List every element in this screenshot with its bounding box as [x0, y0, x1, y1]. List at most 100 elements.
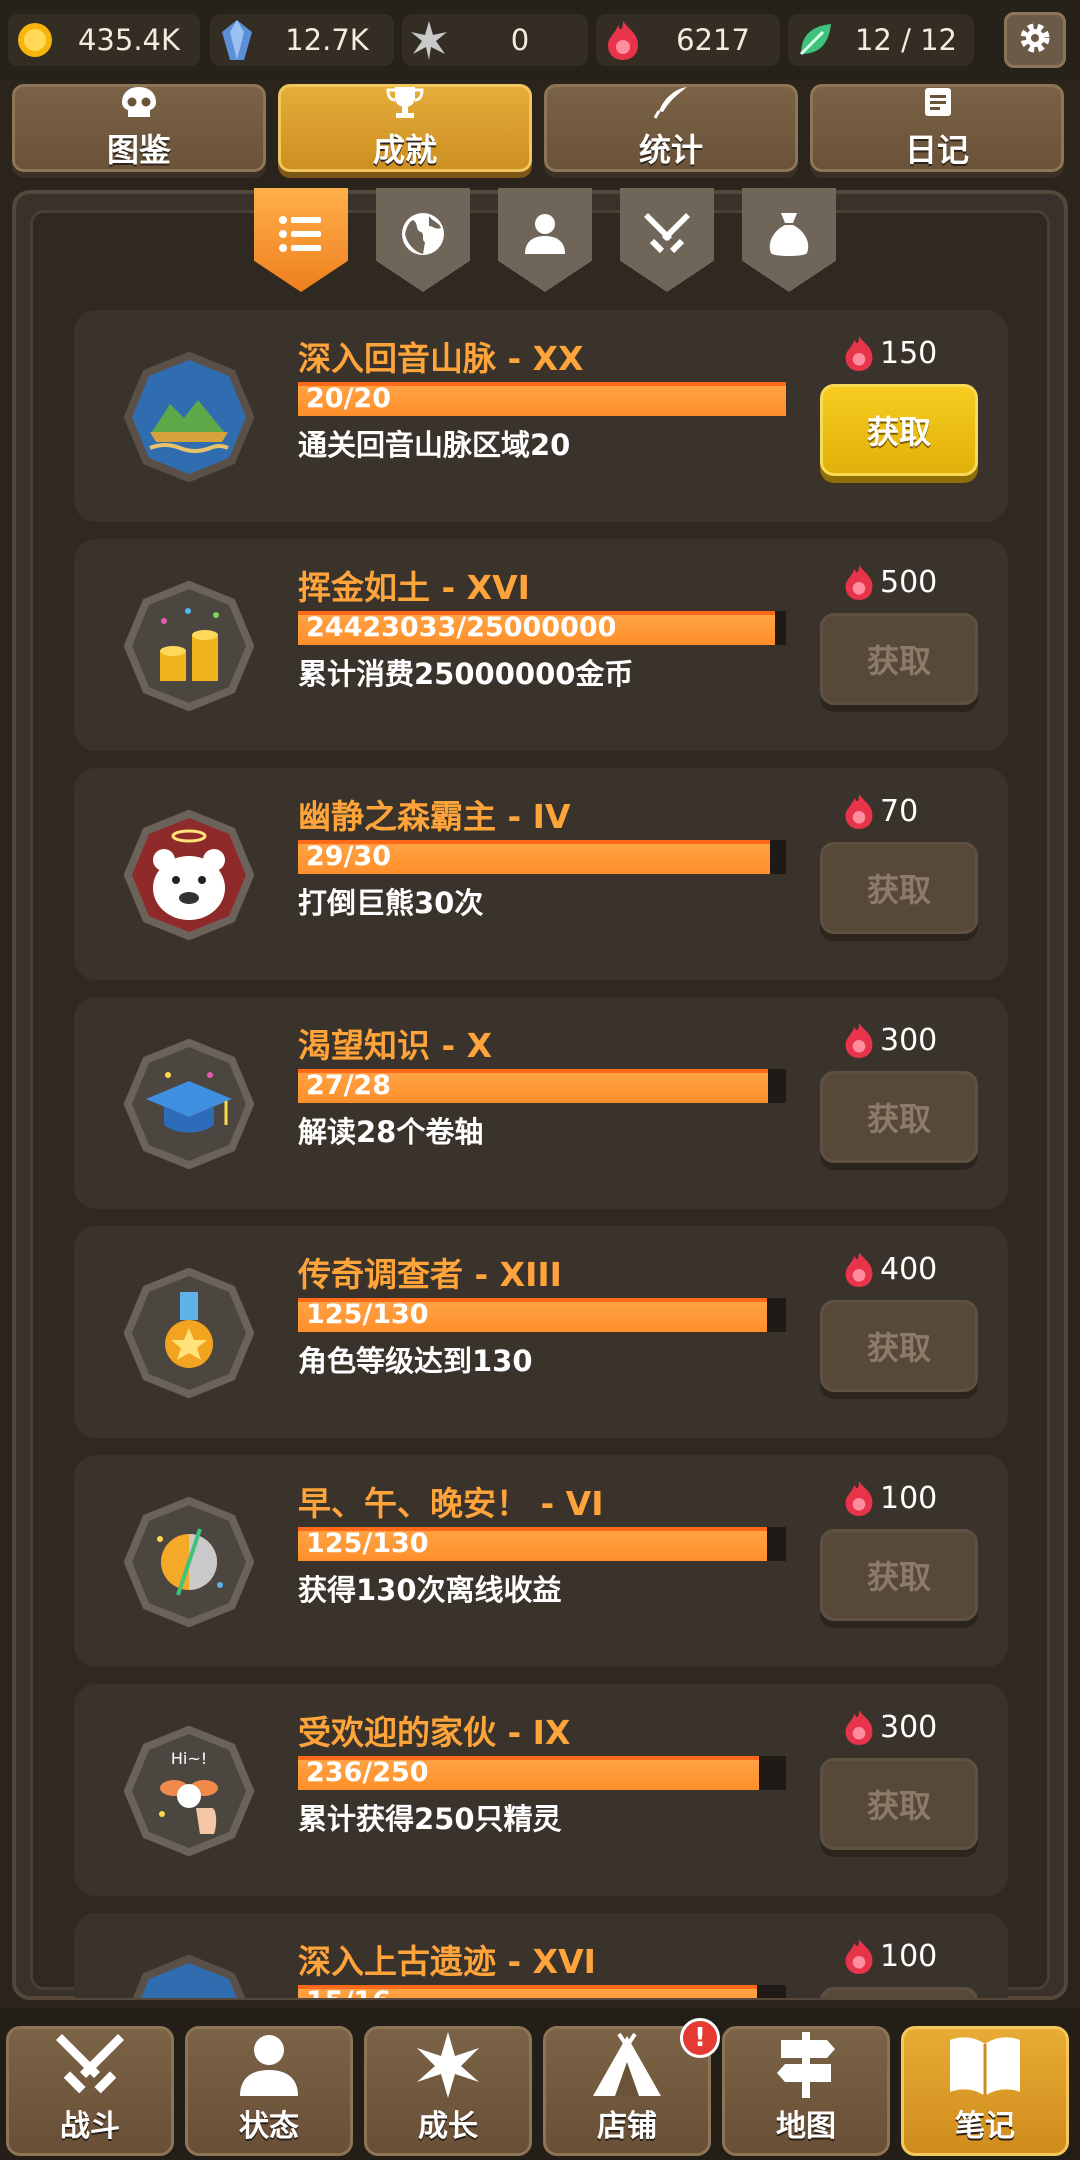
- gear-icon: [1017, 20, 1053, 60]
- red-flame-gem-icon: [600, 17, 646, 63]
- progress-bar: 236/250: [298, 1756, 786, 1790]
- achievement-title: 渴望知识 - X: [298, 1026, 493, 1065]
- achievement-description: 打倒巨熊30次: [298, 886, 484, 920]
- achievement-title: 早、午、晚安！ - VI: [298, 1484, 604, 1523]
- ancient-ruins-icon: [120, 1951, 258, 1998]
- achievement-title: 幽静之森霸主 - IV: [298, 797, 571, 836]
- coin-stack-icon: [120, 577, 258, 715]
- red-flame-gem-icon: [845, 1710, 873, 1745]
- achievement-description: 解读28个卷轴: [298, 1115, 484, 1149]
- progress-bar: 15/16: [298, 1985, 786, 1998]
- reward-amount: 100: [880, 1938, 938, 1974]
- resource-star[interactable]: 0: [402, 14, 588, 66]
- red-flame-gem-icon: [845, 336, 873, 371]
- badge-text: Hi~!: [171, 1749, 207, 1768]
- progress-bar: 125/130: [298, 1298, 786, 1332]
- list-icon: [254, 206, 348, 262]
- tab-achievements[interactable]: 成就: [278, 84, 532, 172]
- resource-flame-gem[interactable]: 6217: [596, 14, 780, 66]
- reward: 300: [842, 1708, 937, 1746]
- resource-leaf[interactable]: 12 / 12: [788, 14, 974, 66]
- resource-value: 12.7K: [285, 23, 369, 57]
- tab-diary[interactable]: 日记: [810, 84, 1064, 172]
- signpost-icon: [773, 2029, 839, 2101]
- nav-notes[interactable]: 笔记: [901, 2026, 1069, 2156]
- nav-status[interactable]: 状态: [185, 2026, 353, 2156]
- achievement-card: Hi~! 受欢迎的家伙 - IX 236/250 累计获得250只精灵 300 …: [74, 1684, 1008, 1896]
- person-icon: [236, 2029, 302, 2101]
- blue-crystal-icon: [214, 17, 260, 63]
- tab-label: 图鉴: [106, 131, 171, 169]
- achievement-card: 渴望知识 - X 27/28 解读28个卷轴 300 获取: [74, 997, 1008, 1209]
- subtab-all[interactable]: [254, 188, 348, 292]
- progress-text: 15/16: [306, 1986, 391, 1998]
- subtab-wealth[interactable]: [742, 188, 836, 292]
- progress-text: 125/130: [306, 1528, 429, 1559]
- red-flame-gem-icon: [845, 565, 873, 600]
- subtab-battle[interactable]: [620, 188, 714, 292]
- resource-gold[interactable]: 435.4K: [8, 14, 200, 66]
- achievement-description: 获得130次离线收益: [298, 1573, 562, 1607]
- achievement-description: 累计消费25000000金币: [298, 657, 634, 691]
- claim-button[interactable]: 获取: [820, 842, 978, 934]
- tab-label: 统计: [638, 131, 703, 169]
- nav-label: 成长: [418, 2109, 478, 2144]
- fairy-hand-icon: Hi~!: [120, 1722, 258, 1860]
- reward-amount: 150: [880, 335, 938, 371]
- reward-amount: 500: [880, 564, 938, 600]
- achievement-title: 挥金如土 - XVI: [298, 568, 530, 607]
- reward: 100: [842, 1479, 937, 1517]
- claim-button[interactable]: 获取: [820, 384, 978, 476]
- quill-icon: [651, 85, 691, 123]
- subtab-world[interactable]: [376, 188, 470, 292]
- resource-bar: 435.4K 12.7K 0 6217 12 / 12: [0, 0, 1080, 80]
- angry-bear-icon: [120, 806, 258, 944]
- subtab-character[interactable]: [498, 188, 592, 292]
- achievement-card: 传奇调查者 - XIII 125/130 角色等级达到130 400 获取: [74, 1226, 1008, 1438]
- crossed-swords-icon: [620, 206, 714, 262]
- shop-alert-badge: !: [680, 2018, 720, 2058]
- nav-battle[interactable]: 战斗: [6, 2026, 174, 2156]
- mountain-island-icon: [120, 348, 258, 486]
- sparkle-icon: [413, 2029, 483, 2101]
- claim-button[interactable]: 获取: [820, 1529, 978, 1621]
- nav-label: 笔记: [955, 2109, 1015, 2144]
- green-leaf-icon: [792, 17, 838, 63]
- nav-map[interactable]: 地图: [722, 2026, 890, 2156]
- red-flame-gem-icon: [845, 1252, 873, 1287]
- person-icon: [498, 206, 592, 262]
- achievement-title: 传奇调查者 - XIII: [298, 1255, 562, 1294]
- money-bag-icon: [742, 206, 836, 262]
- claim-button[interactable]: 获取: [820, 613, 978, 705]
- claim-button[interactable]: 获取: [820, 1300, 978, 1392]
- resource-crystal[interactable]: 12.7K: [210, 14, 394, 66]
- bottom-navigation: 战斗 状态 成长 店铺 地图 笔记: [0, 2008, 1080, 2160]
- tab-collection[interactable]: 图鉴: [12, 84, 266, 172]
- swords-icon: [54, 2029, 126, 2101]
- skull-icon: [119, 85, 159, 123]
- reward: 70: [842, 792, 918, 830]
- reward: 300: [842, 1021, 937, 1059]
- star-medal-icon: [120, 1264, 258, 1402]
- progress-text: 20/20: [306, 383, 392, 414]
- achievement-card: 深入上古遗迹 - XVI 15/16 100 获取: [74, 1913, 1008, 1998]
- graduation-cap-icon: [120, 1035, 258, 1173]
- claim-button[interactable]: 获取: [820, 1987, 978, 1998]
- progress-text: 27/28: [306, 1070, 392, 1101]
- achievement-card: 深入回音山脉 - XX 20/20 通关回音山脉区域20 150 获取: [74, 310, 1008, 522]
- red-flame-gem-icon: [845, 794, 873, 829]
- resource-value: 0: [510, 23, 530, 57]
- reward: 500: [842, 563, 937, 601]
- settings-button[interactable]: [1004, 12, 1066, 68]
- achievement-description: 角色等级达到130: [298, 1344, 533, 1378]
- resource-value: 435.4K: [77, 23, 181, 57]
- progress-bar: 24423033/25000000: [298, 611, 786, 645]
- progress-text: 29/30: [306, 841, 392, 872]
- achievement-title: 深入回音山脉 - XX: [298, 339, 584, 378]
- claim-button[interactable]: 获取: [820, 1071, 978, 1163]
- nav-label: 店铺: [597, 2109, 657, 2144]
- achievement-card: 幽静之森霸主 - IV 29/30 打倒巨熊30次 70 获取: [74, 768, 1008, 980]
- nav-growth[interactable]: 成长: [364, 2026, 532, 2156]
- tab-statistics[interactable]: 统计: [544, 84, 798, 172]
- claim-button[interactable]: 获取: [820, 1758, 978, 1850]
